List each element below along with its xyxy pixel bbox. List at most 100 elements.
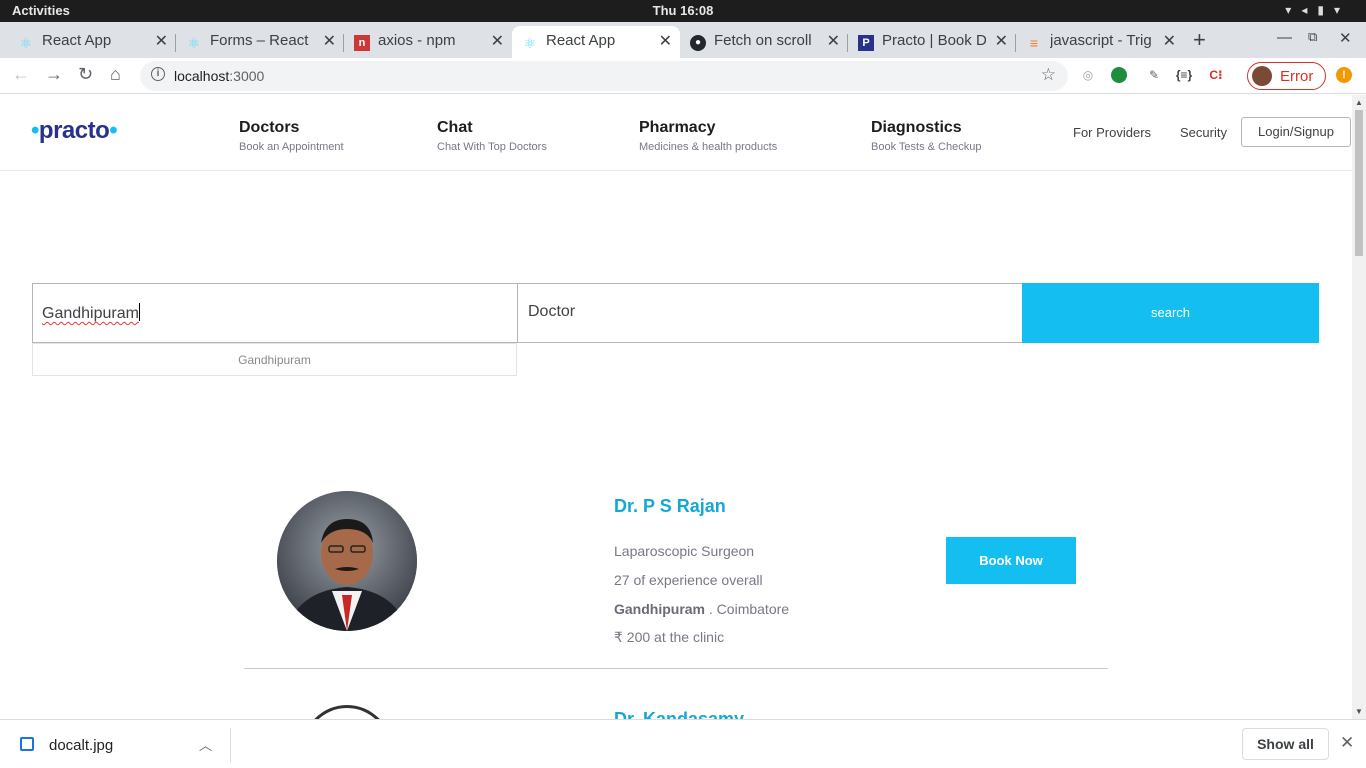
doctor-search-value: Doctor [528,303,576,320]
bookmark-star-icon[interactable]: ☆ [1041,65,1056,85]
system-clock[interactable]: Thu 16:08 [0,3,1366,18]
scroll-down-icon[interactable]: ▼ [1355,707,1363,716]
nav-chat[interactable]: Chat Chat With Top Doctors [437,119,547,153]
doctor-photo [277,491,417,631]
new-tab-button[interactable]: + [1193,27,1206,53]
doctor-name[interactable]: Dr. Kandasamy [614,709,744,719]
react-icon: ⚛ [187,35,201,51]
extension-green-icon[interactable] [1111,67,1127,83]
shelf-divider [230,728,231,762]
page-scrollbar[interactable]: ▲ ▼ [1352,95,1366,719]
nav-pharmacy[interactable]: Pharmacy Medicines & health products [639,119,777,153]
github-icon: ● [690,35,706,51]
close-tab-icon[interactable]: ✕ [659,31,672,51]
maximize-icon[interactable]: ⧉ [1308,29,1317,45]
tab-title: javascript - Trig [1050,32,1152,49]
doctor-card: Dr. Kandasamy [244,695,1108,719]
profile-error-button[interactable]: Error [1247,62,1326,90]
react-icon: ⚛ [19,35,33,51]
book-now-button[interactable]: Book Now [946,537,1076,584]
browser-tab-active[interactable]: ⚛ React App ✕ [512,26,680,58]
profile-error-label: Error [1280,68,1314,85]
url-text: localhost:3000 [174,68,264,84]
login-signup-button[interactable]: Login/Signup [1241,117,1351,147]
npm-icon: n [354,35,370,51]
show-all-button[interactable]: Show all [1242,728,1329,760]
browser-tab[interactable]: ≡ javascript - Trig ✕ [1016,26,1184,58]
nav-pharmacy-title: Pharmacy [639,119,716,136]
eyedropper-icon[interactable]: ✎ [1145,66,1163,84]
url-port: :3000 [229,68,265,84]
site-header: •practo• Doctors Book an Appointment Cha… [0,95,1352,171]
tab-title: React App [546,32,616,49]
practo-icon: P [858,35,874,51]
stackoverflow-icon: ≡ [1029,35,1039,51]
page-viewport: •practo• Doctors Book an Appointment Cha… [0,95,1352,719]
nav-doctors-subtitle: Book an Appointment [239,141,344,153]
download-shelf: docalt.jpg ︿ Show all ✕ [0,719,1366,768]
close-window-icon[interactable]: ✕ [1339,29,1352,47]
doctor-experience: 27 of experience overall [614,572,763,588]
browser-tab[interactable]: n axios - npm ✕ [344,26,512,58]
tab-strip: ⚛ React App ✕ ⚛ Forms – React ✕ n axios … [0,22,1366,58]
address-bar[interactable]: i localhost:3000 ☆ [140,61,1068,91]
browser-tab[interactable]: ⚛ React App ✕ [8,26,176,58]
close-tab-icon[interactable]: ✕ [1163,31,1176,51]
browser-tab[interactable]: ● Fetch on scroll ✕ [680,26,848,58]
scroll-up-icon[interactable]: ▲ [1355,98,1363,107]
close-tab-icon[interactable]: ✕ [995,31,1008,51]
browser-tab[interactable]: ⚛ Forms – React ✕ [176,26,344,58]
location-input[interactable]: Gandhipuram [32,283,518,343]
doctor-location: Gandhipuram . Coimbatore [614,601,789,617]
system-tray[interactable]: ▾◂▮▾ [1285,3,1350,17]
close-shelf-icon[interactable]: ✕ [1340,733,1354,753]
json-viewer-icon[interactable]: {≡} [1175,66,1193,84]
scrollbar-thumb[interactable] [1355,110,1363,256]
wifi-icon: ▾ [1285,3,1302,17]
site-info-icon[interactable]: i [151,67,165,81]
download-filename[interactable]: docalt.jpg [49,737,113,754]
doctor-photo [302,705,392,719]
tab-title: Practo | Book D [882,32,986,49]
location-input-value: Gandhipuram [42,305,139,322]
browser-tab[interactable]: P Practo | Book D ✕ [848,26,1016,58]
browser-toolbar: ← → ↻ ⌂ i localhost:3000 ☆ ◎ ✎ {≡} C⁝ Er… [0,58,1366,94]
chevron-up-icon[interactable]: ︿ [199,735,212,754]
nav-doctors[interactable]: Doctors Book an Appointment [239,119,344,153]
doctor-fee: ₹ 200 at the clinic [614,629,725,645]
nav-pharmacy-subtitle: Medicines & health products [639,141,778,153]
close-tab-icon[interactable]: ✕ [827,31,840,51]
extension-red-icon[interactable]: C⁝ [1207,66,1225,84]
chevron-down-icon: ▾ [1333,3,1350,17]
tab-title: React App [42,32,112,49]
doctor-search-input[interactable]: Doctor [517,283,1023,343]
back-icon[interactable]: ← [12,64,30,85]
close-tab-icon[interactable]: ✕ [323,31,336,51]
security-link[interactable]: Security [1180,125,1227,140]
for-providers-link[interactable]: For Providers [1073,125,1151,140]
close-tab-icon[interactable]: ✕ [155,31,168,51]
system-top-bar: Activities Thu 16:08 ▾◂▮▾ [0,0,1366,22]
nav-diagnostics-subtitle: Book Tests & Checkup [871,141,982,153]
close-tab-icon[interactable]: ✕ [491,31,504,51]
nav-chat-title: Chat [437,119,473,136]
home-icon[interactable]: ⌂ [110,64,121,85]
nav-doctors-title: Doctors [239,119,300,136]
nav-chat-subtitle: Chat With Top Doctors [437,141,547,153]
doctor-name[interactable]: Dr. P S Rajan [614,496,726,517]
doctor-locality: Gandhipuram [614,601,706,617]
extension-icon[interactable]: ◎ [1079,66,1097,84]
volume-icon: ◂ [1301,3,1318,17]
doctor-specialty: Laparoscopic Surgeon [614,543,755,559]
alert-icon[interactable]: ! [1336,67,1352,83]
reload-icon[interactable]: ↻ [78,64,93,85]
practo-logo[interactable]: •practo• [31,117,118,145]
battery-icon: ▮ [1317,3,1334,17]
search-button[interactable]: search [1022,283,1319,343]
avatar [1252,66,1272,86]
nav-diagnostics[interactable]: Diagnostics Book Tests & Checkup [871,119,981,153]
image-file-icon [20,737,34,751]
location-suggestion-item[interactable]: Gandhipuram [32,343,517,376]
minimize-icon[interactable]: — [1277,29,1292,46]
forward-icon[interactable]: → [45,64,63,85]
